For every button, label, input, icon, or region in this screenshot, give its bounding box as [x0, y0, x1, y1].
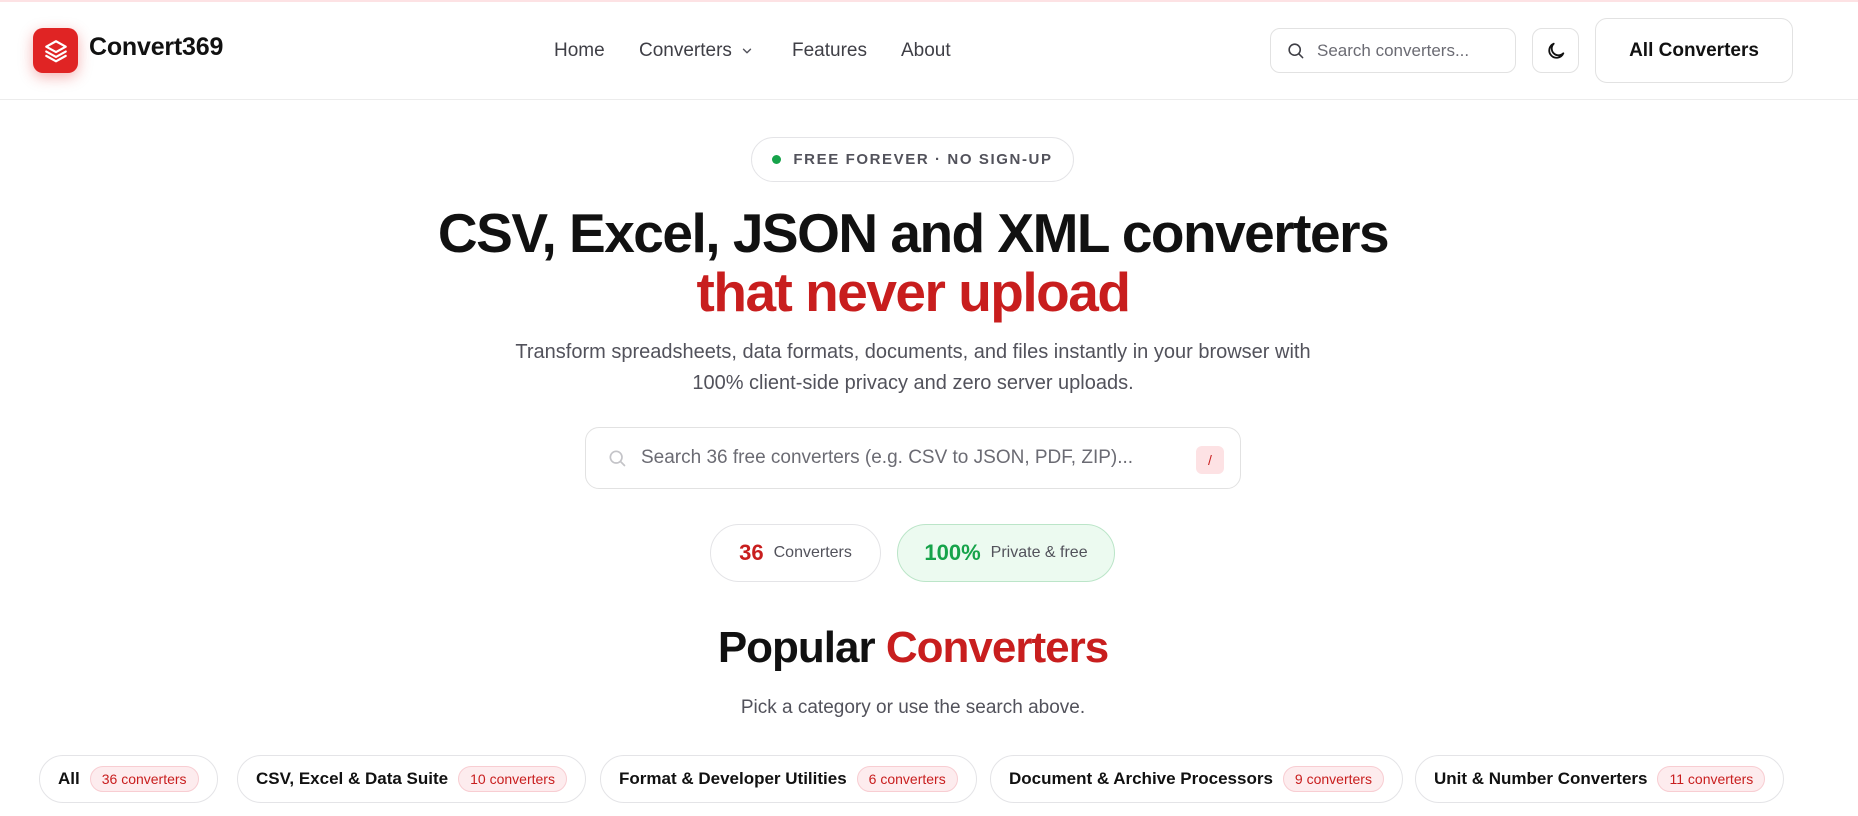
stat-private: 100% Private & free [897, 524, 1115, 582]
search-icon [1288, 43, 1304, 59]
category-count-badge: 9 converters [1282, 766, 1384, 792]
moon-icon [1547, 42, 1564, 59]
nav-about[interactable]: About [901, 40, 951, 62]
category-count-badge: 36 converters [89, 766, 199, 792]
category-chip-format-developer[interactable]: Format & Developer Utilities 6 converter… [600, 755, 977, 803]
nav-converters[interactable]: Converters [639, 40, 754, 62]
category-chip-csv-excel-data[interactable]: CSV, Excel & Data Suite 10 converters [237, 755, 586, 803]
stat-converters: 36 Converters [710, 524, 881, 582]
nav-features[interactable]: Features [792, 40, 867, 62]
category-name: Document & Archive Processors [1009, 769, 1273, 788]
popular-title: Popular Converters [0, 623, 1826, 673]
popular-title-b: Converters [885, 623, 1109, 672]
category-name: CSV, Excel & Data Suite [256, 769, 449, 788]
brand-name[interactable]: Convert369 [89, 33, 223, 62]
nav-home[interactable]: Home [554, 40, 605, 62]
category-chip-all[interactable]: All 36 converters [39, 755, 218, 803]
category-chip-unit-number[interactable]: Unit & Number Converters 11 converters [1415, 755, 1785, 803]
logo-icon[interactable] [33, 28, 78, 73]
site-header: Convert369 Home Converters Features Abou… [0, 2, 1858, 100]
hero-subtitle: Transform spreadsheets, data formats, do… [515, 341, 1311, 394]
stat-label: Private & free [990, 544, 1088, 561]
category-chip-document-archive[interactable]: Document & Archive Processors 9 converte… [990, 755, 1403, 803]
main-search[interactable]: / [585, 427, 1241, 489]
chevron-down-icon [742, 48, 752, 54]
free-badge: FREE FOREVER · NO SIGN-UP [751, 137, 1074, 182]
category-count-badge: 6 converters [856, 766, 958, 792]
hero-title-line2: that never upload [696, 261, 1131, 323]
keyboard-shortcut-badge: / [1196, 446, 1224, 474]
theme-toggle-button[interactable] [1532, 28, 1579, 73]
nav-converters-label: Converters [639, 40, 732, 61]
all-converters-button[interactable]: All Converters [1595, 18, 1793, 83]
stat-value: 100% [924, 540, 981, 565]
free-badge-label: FREE FOREVER · NO SIGN-UP [793, 151, 1053, 168]
popular-title-a: Popular [717, 623, 876, 672]
header-search-input[interactable] [1317, 40, 1497, 61]
status-dot [772, 155, 782, 164]
main-search-input[interactable] [641, 447, 1181, 469]
category-count-badge: 10 converters [458, 766, 567, 792]
search-icon [609, 450, 626, 467]
header-search[interactable] [1270, 28, 1516, 73]
category-name: Unit & Number Converters [1434, 769, 1648, 788]
popular-subtitle: Pick a category or use the search above. [740, 697, 1086, 718]
stat-label: Converters [773, 544, 852, 561]
stat-value: 36 [739, 540, 764, 565]
category-name: All [58, 769, 80, 788]
category-name: Format & Developer Utilities [619, 769, 847, 788]
hero-title-line1: CSV, Excel, JSON and XML converters [437, 202, 1390, 264]
category-count-badge: 11 converters [1657, 766, 1766, 792]
